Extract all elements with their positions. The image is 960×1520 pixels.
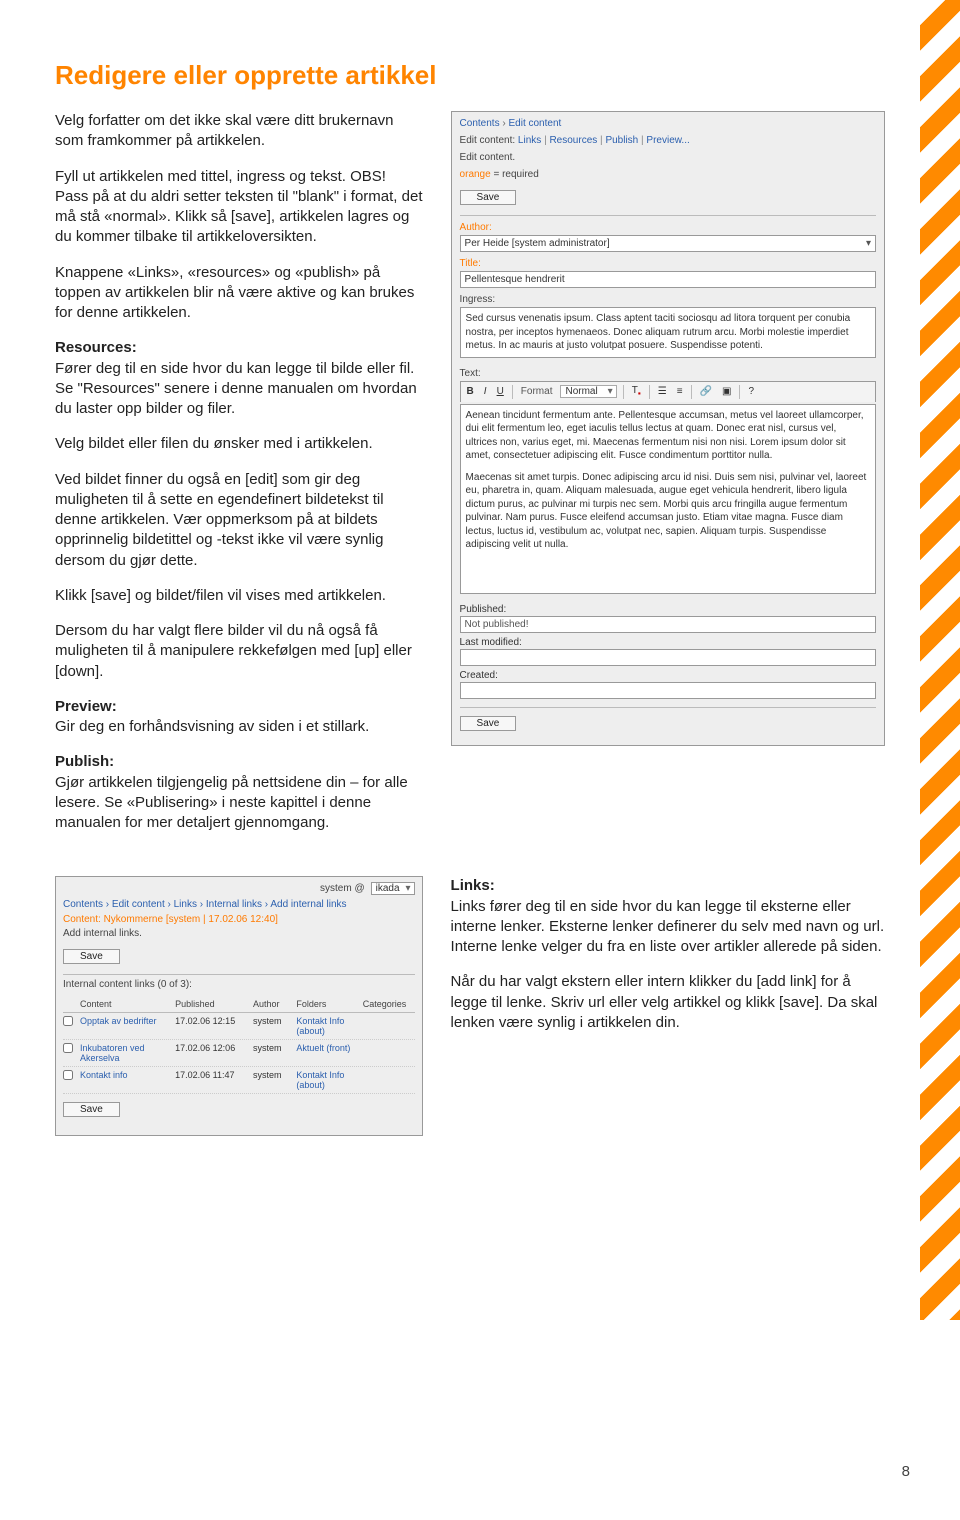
table-row: Opptak av bedrifter 17.02.06 12:15 syste… [63, 1013, 415, 1040]
tab-preview[interactable]: Preview... [646, 135, 689, 146]
paragraph: Velg forfatter om det ikke skal være dit… [55, 111, 423, 152]
links-panel: system @ ikada Contents › Edit content ›… [55, 876, 423, 1136]
title-input[interactable]: Pellentesque hendrerit [460, 271, 876, 288]
italic-icon[interactable]: I [482, 386, 489, 397]
richtext-editor[interactable]: Aenean tincidunt fermentum ante. Pellent… [460, 404, 876, 594]
save-button[interactable]: Save [63, 1102, 120, 1117]
paragraph: Klikk [save] og bildet/filen vil vises m… [55, 586, 423, 606]
ingress-textarea[interactable]: Sed cursus venenatis ipsum. Class aptent… [460, 307, 876, 358]
tab-resources[interactable]: Resources [549, 135, 597, 146]
last-modified-value [460, 649, 876, 666]
published-value: Not published! [460, 616, 876, 633]
paragraph: Knappene «Links», «resources» og «publis… [55, 263, 423, 324]
row-checkbox[interactable] [63, 1043, 73, 1053]
site-select[interactable]: ikada [371, 882, 415, 895]
paragraph: Velg bildet eller filen du ønsker med i … [55, 434, 423, 454]
list-bullets-icon[interactable]: ☰ [656, 386, 669, 397]
author-select[interactable]: Per Heide [system administrator] [460, 235, 876, 252]
author-label: Author: [460, 222, 876, 233]
cms-edit-panel: Contents › Edit content Edit content: Li… [451, 111, 885, 746]
add-line: Add internal links. [63, 928, 415, 939]
links-count: Internal content links (0 of 3): [63, 979, 415, 990]
help-icon[interactable]: ? [746, 386, 756, 397]
underline-icon[interactable]: U [495, 386, 506, 397]
paragraph: Ved bildet finner du også en [edit] som … [55, 470, 423, 571]
link-icon[interactable]: 🔗 [698, 386, 714, 397]
paragraph: Preview:Gir deg en forhåndsvisning av si… [55, 697, 423, 738]
body-text-left: Velg forfatter om det ikke skal være dit… [55, 111, 423, 848]
table-row: Kontakt info 17.02.06 11:47 system Konta… [63, 1067, 415, 1094]
created-label: Created: [460, 670, 876, 681]
decorative-hatch [920, 0, 960, 1320]
row-checkbox[interactable] [63, 1070, 73, 1080]
breadcrumb: Contents › Edit content [460, 118, 876, 129]
body-text-right: Links:Links fører deg til en side hvor d… [451, 876, 885, 1136]
title-label: Title: [460, 258, 876, 269]
cms-tabs: Edit content: Links | Resources | Publis… [460, 135, 876, 146]
save-button-bottom[interactable]: Save [460, 716, 517, 731]
row-checkbox[interactable] [63, 1016, 73, 1026]
table-row: Inkubatoren ved Akerselva 17.02.06 12:06… [63, 1040, 415, 1067]
published-label: Published: [460, 604, 876, 615]
text-label: Text: [460, 368, 876, 379]
save-button-top[interactable]: Save [460, 190, 517, 205]
format-label: Format [519, 386, 555, 397]
current-user: system @ [320, 883, 365, 894]
page-heading: Redigere eller opprette artikkel [55, 60, 885, 91]
bold-icon[interactable]: B [465, 386, 476, 397]
paragraph: Resources:Fører deg til en side hvor du … [55, 338, 423, 419]
tab-links[interactable]: Links [518, 135, 541, 146]
format-select[interactable]: Normal [560, 385, 616, 398]
paragraph: Fyll ut artikkelen med tittel, ingress o… [55, 167, 423, 248]
paragraph: Publish:Gjør artikkelen tilgjengelig på … [55, 752, 423, 833]
page-number: 8 [902, 1463, 910, 1480]
paragraph: Dersom du har valgt flere bilder vil du … [55, 621, 423, 682]
richtext-toolbar: B I U Format Normal T▪ ☰ ≡ 🔗 ▣ ? [460, 381, 876, 402]
tab-publish[interactable]: Publish [605, 135, 638, 146]
text-color-icon[interactable]: T▪ [630, 385, 643, 398]
breadcrumb: Contents › Edit content › Links › Intern… [63, 899, 415, 910]
ingress-label: Ingress: [460, 294, 876, 305]
image-icon[interactable]: ▣ [720, 386, 733, 397]
last-modified-label: Last modified: [460, 637, 876, 648]
save-button[interactable]: Save [63, 949, 120, 964]
required-legend: orange = required [460, 169, 876, 180]
links-table: Content Published Author Folders Categor… [63, 996, 415, 1094]
content-line: Content: Nykommerne [system | 17.02.06 1… [63, 914, 415, 925]
list-numbers-icon[interactable]: ≡ [675, 386, 685, 397]
created-value [460, 682, 876, 699]
panel-subtitle: Edit content. [460, 152, 876, 163]
